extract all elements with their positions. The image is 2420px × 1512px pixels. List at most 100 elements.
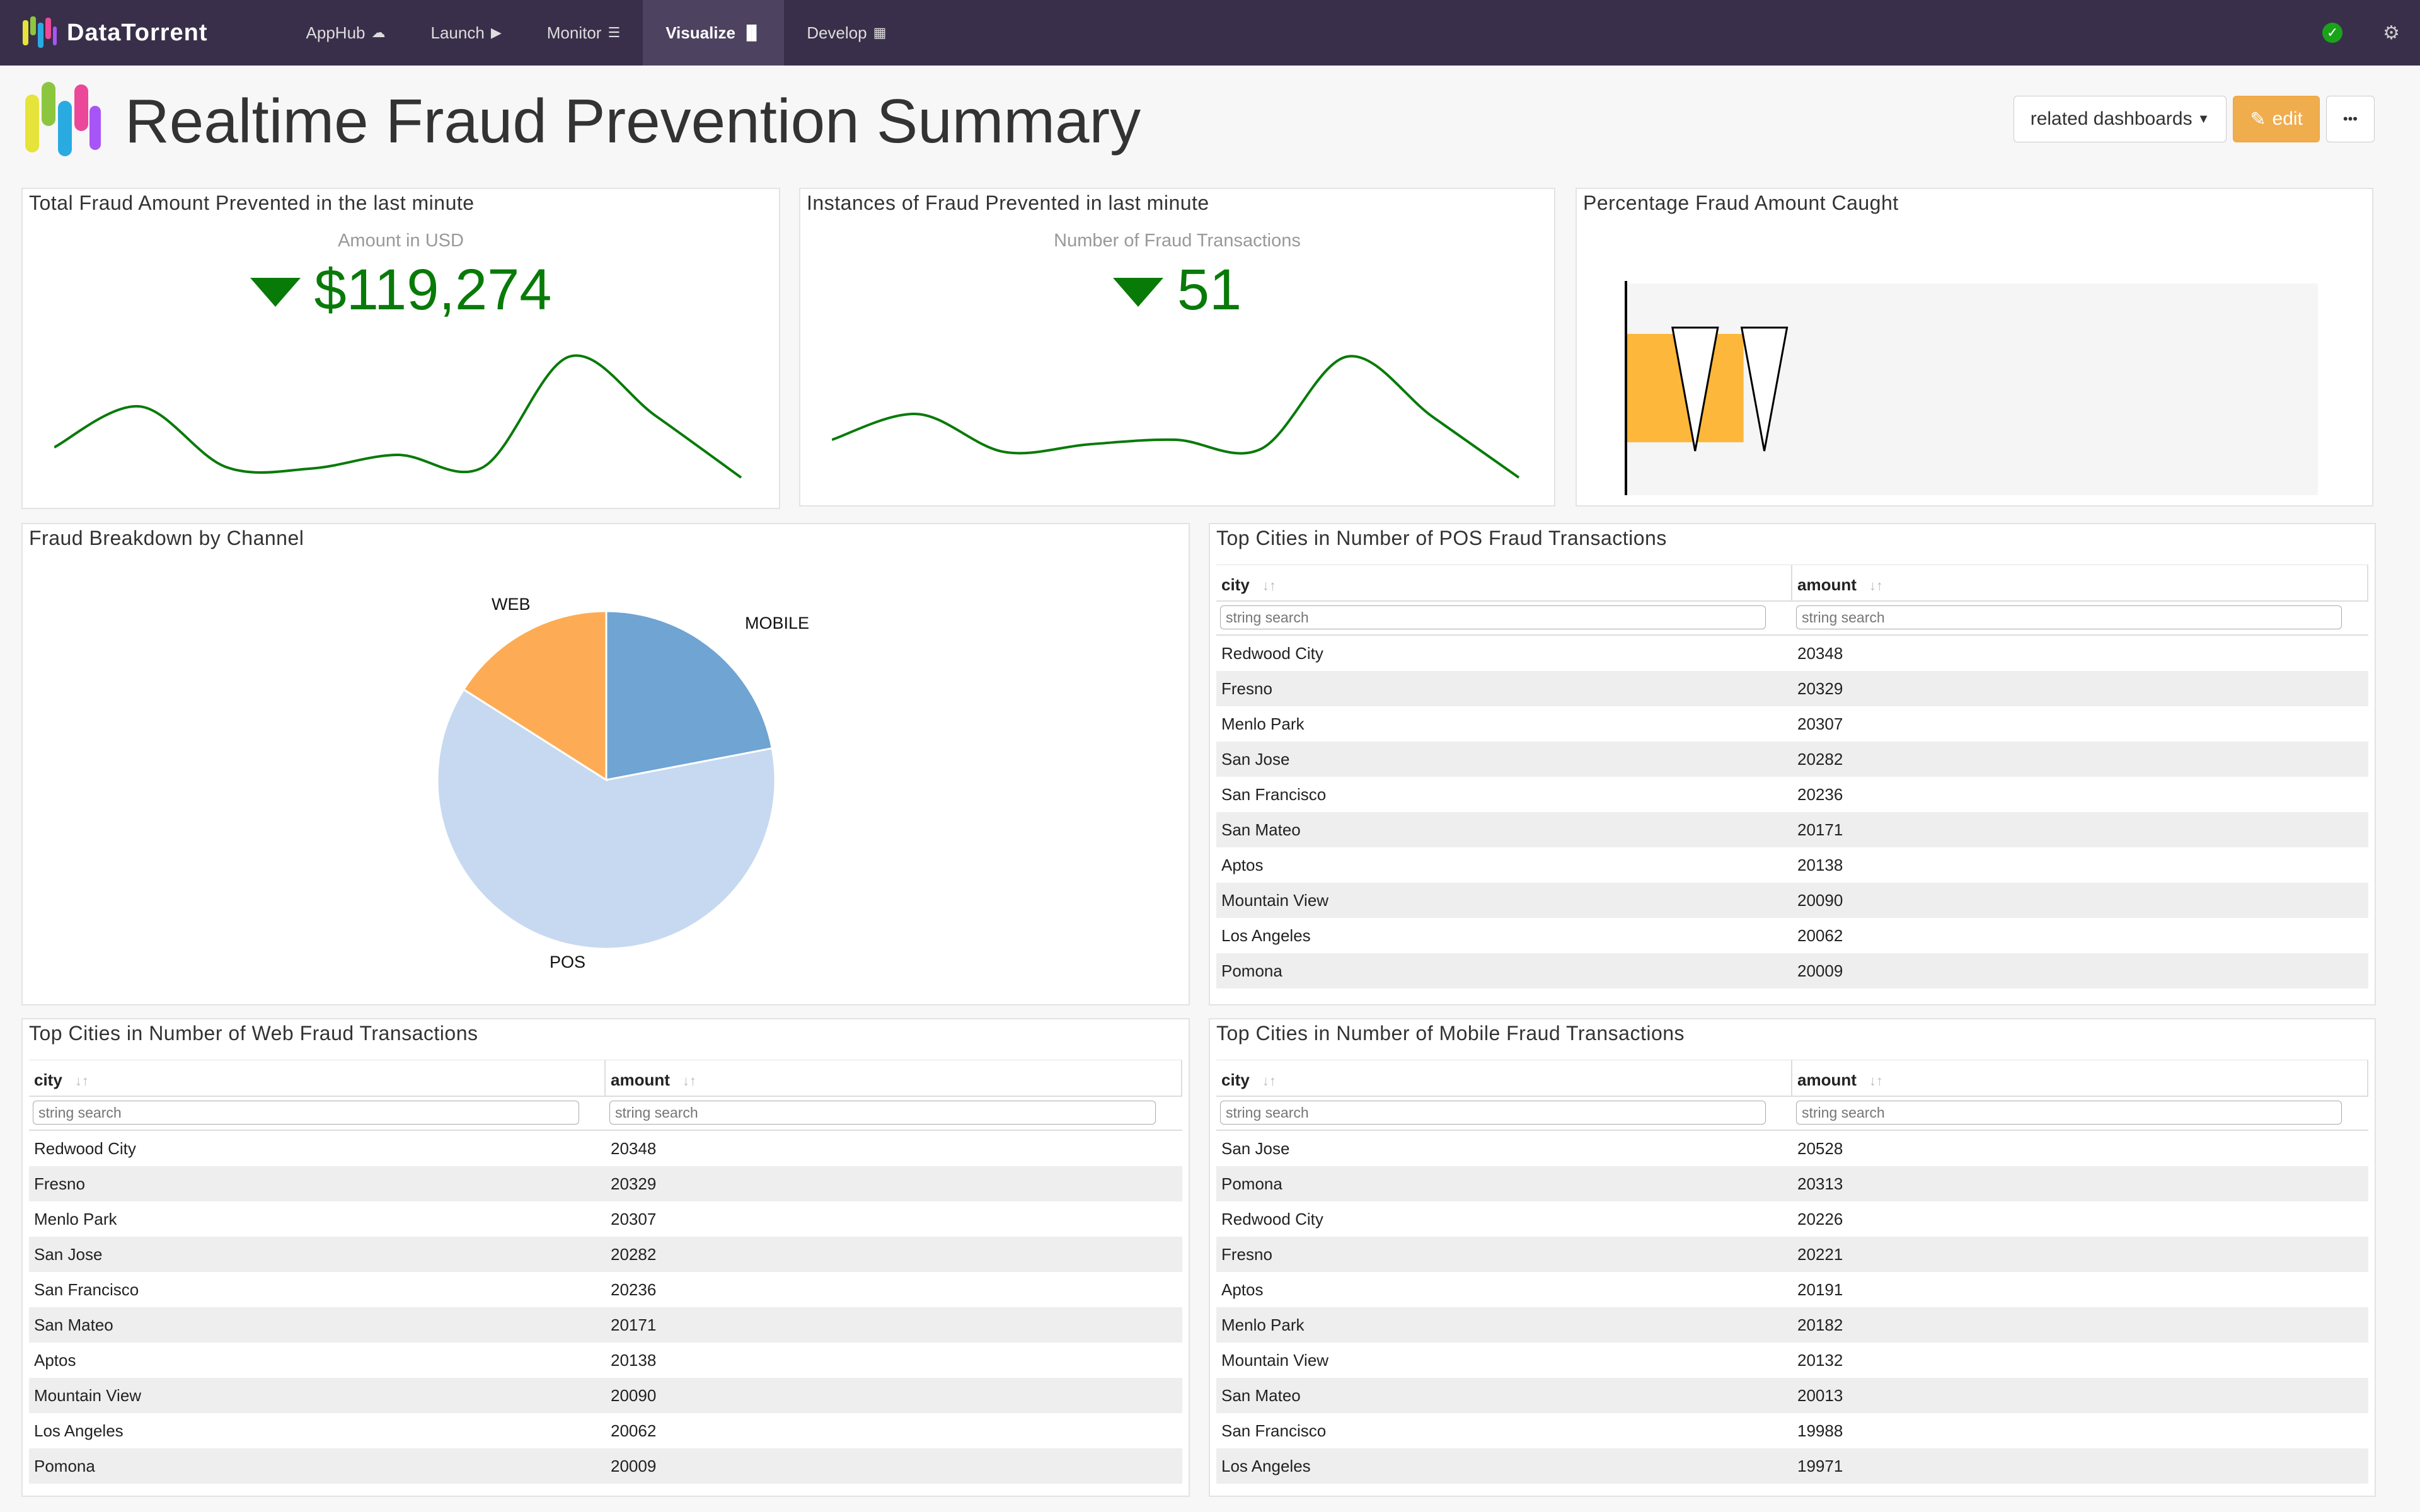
table-row[interactable]: San Francisco 19988 [1216, 1413, 2368, 1448]
table-row[interactable]: San Jose 20282 [29, 1237, 1182, 1272]
table-row[interactable]: Fresno 20221 [1216, 1237, 2368, 1272]
table-row[interactable]: San Francisco 20236 [29, 1272, 1182, 1307]
cell-amount: 20528 [1797, 1138, 1843, 1158]
amount-search-input[interactable] [1796, 605, 2342, 629]
table-row[interactable]: San Jose 20528 [1216, 1131, 2368, 1166]
city-search-input[interactable] [33, 1101, 579, 1125]
column-label: city [1221, 1070, 1250, 1089]
edit-button[interactable]: ✎ edit [2233, 96, 2320, 142]
city-search-input[interactable] [1220, 605, 1766, 629]
table-row[interactable]: San Mateo 20171 [29, 1307, 1182, 1343]
tick-label: 90 [2240, 503, 2258, 504]
column-header-city[interactable]: city ↓↑ [1216, 1060, 1792, 1096]
table-row[interactable]: Los Angeles 20062 [1216, 918, 2368, 953]
cloud-icon: ☁ [371, 25, 386, 40]
sparkline-path [832, 355, 1520, 479]
column-header-city[interactable]: city ↓↑ [1216, 565, 1792, 600]
brand[interactable]: DataTorrent [20, 0, 208, 66]
column-header-amount[interactable]: amount ↓↑ [1792, 565, 2368, 600]
sort-icon[interactable]: ↓↑ [1262, 578, 1276, 593]
table-row[interactable]: San Mateo 20013 [1216, 1378, 2368, 1413]
amount-search-input[interactable] [609, 1101, 1156, 1125]
tick-label: 0 [1622, 503, 1630, 504]
table-row[interactable]: Aptos 20191 [1216, 1272, 2368, 1307]
nav-visualize[interactable]: Visualize ▐▌ [643, 0, 785, 66]
widget-web-table: Top Cities in Number of Web Fraud Transa… [21, 1018, 1190, 1497]
cell-amount: 19971 [1797, 1456, 1843, 1475]
tick-label: 70 [2101, 503, 2119, 504]
sparkline-total-amount [54, 354, 742, 479]
sort-icon[interactable]: ↓↑ [1869, 578, 1883, 593]
table-row[interactable]: Aptos 20138 [29, 1343, 1182, 1378]
table-row[interactable]: Los Angeles 20062 [29, 1413, 1182, 1448]
cell-city: Aptos [34, 1350, 76, 1370]
bullet-chart: 0 10 20 30 40 50 60 70 80 90 100 [1622, 281, 2332, 504]
sort-icon[interactable]: ↓↑ [1869, 1073, 1883, 1089]
cell-amount: 20313 [1797, 1174, 1843, 1193]
table-row[interactable]: Pomona 20009 [29, 1448, 1182, 1484]
nav-develop[interactable]: Develop ▦ [784, 0, 909, 66]
table-row[interactable]: Fresno 20329 [1216, 671, 2368, 706]
table-row[interactable]: Menlo Park 20182 [1216, 1307, 2368, 1343]
grid-filter-row [29, 1097, 1182, 1131]
header-buttons: related dashboards ▼ ✎ edit ••• [2013, 96, 2375, 142]
cell-amount: 20182 [1797, 1315, 1843, 1334]
table-row[interactable]: Mountain View 20132 [1216, 1343, 2368, 1378]
cell-amount: 20171 [1797, 820, 1843, 839]
table-row[interactable]: Aptos 20138 [1216, 847, 2368, 883]
sparkline-path [54, 354, 742, 479]
nav-apphub[interactable]: AppHub ☁ [284, 0, 408, 66]
cell-city: San Jose [34, 1244, 103, 1264]
cell-amount: 19988 [1797, 1421, 1843, 1440]
table-row[interactable]: Redwood City 20348 [29, 1131, 1182, 1166]
table-row[interactable]: Mountain View 20090 [29, 1378, 1182, 1413]
nav-launch[interactable]: Launch ▶ [408, 0, 524, 66]
table-row[interactable]: Pomona 20009 [1216, 953, 2368, 988]
pie-label-pos: POS [550, 953, 585, 971]
cell-city: Los Angeles [34, 1421, 124, 1440]
cell-city: San Francisco [34, 1280, 139, 1299]
cell-city: Fresno [34, 1174, 85, 1193]
tick-label: 80 [2170, 503, 2189, 504]
more-options-button[interactable]: ••• [2325, 96, 2375, 142]
tick-label: 50 [1963, 503, 1981, 504]
metric-subtitle: Amount in USD [338, 231, 464, 251]
sort-icon[interactable]: ↓↑ [75, 1073, 89, 1089]
table-row[interactable]: Menlo Park 20307 [29, 1201, 1182, 1237]
cell-city: Aptos [1221, 855, 1264, 874]
table-row[interactable]: Pomona 20313 [1216, 1166, 2368, 1201]
table-row[interactable]: Redwood City 20226 [1216, 1201, 2368, 1237]
column-header-amount[interactable]: amount ↓↑ [1792, 1060, 2368, 1096]
tick-label: 30 [1824, 503, 1843, 504]
table-row[interactable]: Redwood City 20348 [1216, 636, 2368, 671]
cell-city: Pomona [34, 1456, 95, 1475]
gear-icon[interactable]: ⚙ [2383, 22, 2400, 44]
cell-city: San Jose [1221, 749, 1290, 769]
table-row[interactable]: San Jose 20282 [1216, 742, 2368, 777]
table-row[interactable]: San Mateo 20171 [1216, 812, 2368, 847]
tick-label: 40 [1894, 503, 1912, 504]
table-row[interactable]: Los Angeles 19971 [1216, 1448, 2368, 1484]
column-header-city[interactable]: city ↓↑ [29, 1060, 606, 1096]
column-header-amount[interactable]: amount ↓↑ [606, 1060, 1182, 1096]
cell-amount: 20090 [611, 1385, 657, 1405]
cell-amount: 20171 [611, 1315, 657, 1334]
amount-search-input[interactable] [1796, 1101, 2342, 1125]
status-ok-icon[interactable]: ✓ [2322, 23, 2343, 43]
sort-icon[interactable]: ↓↑ [683, 1073, 696, 1089]
column-label: city [1221, 575, 1250, 594]
nav-right: ✓ ⚙ [2322, 0, 2420, 66]
nav-monitor[interactable]: Monitor ☰ [524, 0, 643, 66]
table-row[interactable]: Menlo Park 20307 [1216, 706, 2368, 742]
table-row[interactable]: Mountain View 20090 [1216, 883, 2368, 918]
data-grid: city ↓↑ amount ↓↑ Redwood City 20348 Fresno 2… [1216, 564, 2368, 988]
nav-launch-label: Launch [430, 23, 485, 42]
cell-amount: 20348 [1797, 643, 1843, 663]
city-search-input[interactable] [1220, 1101, 1766, 1125]
grid-header: city ↓↑ amount ↓↑ [1216, 564, 2368, 602]
widget-percentage-caught: Percentage Fraud Amount Caught 0 10 20 30 40… [1576, 188, 2373, 507]
sort-icon[interactable]: ↓↑ [1262, 1073, 1276, 1089]
related-dashboards-button[interactable]: related dashboards ▼ [2013, 96, 2227, 142]
table-row[interactable]: Fresno 20329 [29, 1166, 1182, 1201]
table-row[interactable]: San Francisco 20236 [1216, 777, 2368, 812]
